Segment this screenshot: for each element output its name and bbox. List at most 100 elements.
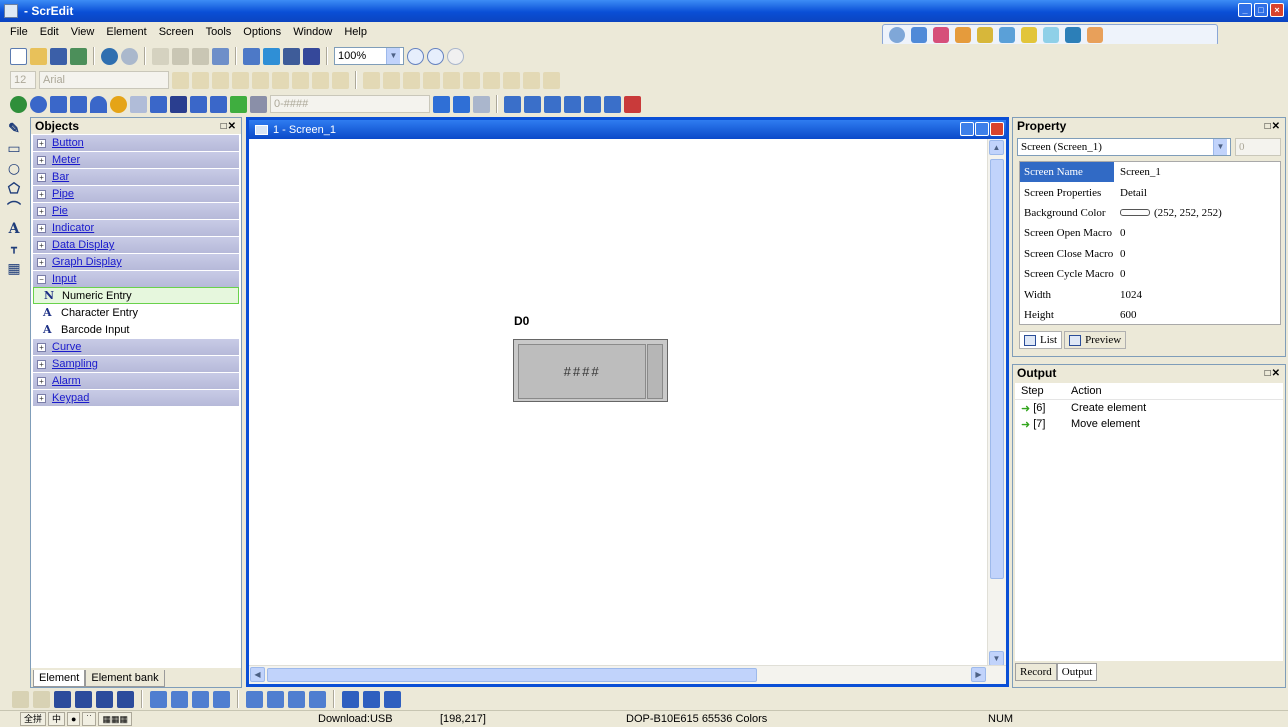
space-icon[interactable] <box>246 690 263 708</box>
align-bottom-icon[interactable] <box>213 690 230 708</box>
menu-screen[interactable]: Screen <box>153 26 200 38</box>
menu-element[interactable]: Element <box>100 26 152 38</box>
prop-row[interactable]: Height 600 <box>1020 305 1280 325</box>
prop-row[interactable]: Background Color (252, 252, 252) <box>1020 203 1280 223</box>
ime-mode[interactable]: 全拼 <box>20 712 47 726</box>
gear-icon[interactable] <box>889 27 905 43</box>
category-indicator[interactable]: + Indicator <box>33 220 239 236</box>
arc-icon[interactable]: ⌒ <box>6 201 22 217</box>
numeric-entry-element[interactable]: #### <box>513 339 668 402</box>
bitmap-icon[interactable] <box>303 47 320 65</box>
line-tool-icon[interactable] <box>363 71 380 89</box>
category-meter[interactable]: + Meter <box>33 152 239 168</box>
graph-display-icon[interactable] <box>150 95 167 113</box>
item-barcode-input[interactable]: A Barcode Input <box>33 321 239 338</box>
screen-icon[interactable] <box>604 95 621 113</box>
fill-icon[interactable] <box>383 71 400 89</box>
panel-close-icon[interactable]: □✕ <box>221 121 241 132</box>
distribute-icon[interactable] <box>483 71 500 89</box>
menu-tools[interactable]: Tools <box>200 26 238 38</box>
ime-keyboard[interactable]: ▦▦▦ <box>98 712 132 726</box>
col-action[interactable]: Action <box>1065 385 1283 397</box>
same-size-icon[interactable] <box>503 71 520 89</box>
vertical-scrollbar[interactable]: ▲ ▼ <box>987 139 1006 667</box>
align-center-icon[interactable] <box>192 71 209 89</box>
state-1-icon[interactable] <box>453 95 470 113</box>
group-icon[interactable] <box>75 690 92 708</box>
meter-element-icon[interactable] <box>30 95 47 113</box>
save-as-icon[interactable] <box>70 47 87 65</box>
group-icon[interactable] <box>54 690 71 708</box>
text-icon[interactable]: A <box>6 221 22 237</box>
ime-lang[interactable]: 中 <box>48 712 66 726</box>
category-button[interactable]: + Button <box>33 135 239 151</box>
align-right-icon[interactable] <box>212 71 229 89</box>
print-icon[interactable] <box>283 47 300 65</box>
category-curve[interactable]: + Curve <box>33 339 239 355</box>
category-sampling[interactable]: + Sampling <box>33 356 239 372</box>
category-pipe[interactable]: + Pipe <box>33 186 239 202</box>
download-icon[interactable] <box>263 47 280 65</box>
object-selector[interactable]: Screen (Screen_1) ▼ <box>1017 138 1231 156</box>
check-icon[interactable] <box>1021 27 1037 43</box>
align-right-icon[interactable] <box>171 690 188 708</box>
category-pie[interactable]: + Pie <box>33 203 239 219</box>
align-icon[interactable] <box>33 690 50 708</box>
zoom-out-icon[interactable] <box>427 47 444 65</box>
bring-front-icon[interactable] <box>504 95 521 113</box>
size-icon[interactable] <box>309 690 326 708</box>
screen-restore-button[interactable] <box>975 122 989 136</box>
menu-options[interactable]: Options <box>237 26 287 38</box>
new-file-icon[interactable] <box>10 47 27 65</box>
screen-canvas[interactable]: D0 #### <box>249 139 987 667</box>
circle-icon[interactable]: ○ <box>6 161 22 177</box>
align-icon[interactable] <box>12 690 29 708</box>
button-element-icon[interactable] <box>10 95 27 113</box>
pencil-icon[interactable]: ✎ <box>6 121 22 137</box>
menu-file[interactable]: File <box>4 26 34 38</box>
table-icon[interactable]: ▦ <box>6 261 22 277</box>
vertical-scroll-thumb[interactable] <box>990 159 1004 579</box>
save-icon[interactable] <box>50 47 67 65</box>
menu-window[interactable]: Window <box>287 26 338 38</box>
output-row[interactable]: ➜ [7] Move element <box>1015 416 1283 432</box>
indicator-element-icon[interactable] <box>110 95 127 113</box>
minimize-button[interactable]: _ <box>1238 3 1252 17</box>
diamond-icon[interactable] <box>1065 27 1081 43</box>
ime-width[interactable]: ● <box>67 712 81 726</box>
item-numeric-entry[interactable]: N Numeric Entry <box>33 287 239 304</box>
font-name-select[interactable]: Arial <box>39 71 169 89</box>
screen-minimize-button[interactable] <box>960 122 974 136</box>
category-keypad[interactable]: + Keypad <box>33 390 239 406</box>
paste-icon[interactable] <box>192 47 209 65</box>
distribute-icon[interactable] <box>463 71 480 89</box>
category-bar[interactable]: + Bar <box>33 169 239 185</box>
prop-row[interactable]: Screen Properties Detail <box>1020 182 1280 202</box>
compile-icon[interactable] <box>243 47 260 65</box>
palette-icon[interactable] <box>955 27 971 43</box>
tab-element[interactable]: Element <box>33 670 86 687</box>
tool-icon[interactable] <box>911 27 927 43</box>
layer-icon[interactable] <box>473 95 490 113</box>
output-row[interactable]: ➜ [6] Create element <box>1015 400 1283 416</box>
align-top-icon[interactable] <box>403 71 420 89</box>
chevron-down-icon[interactable]: ▼ <box>989 651 1004 666</box>
state-0-icon[interactable] <box>433 95 450 113</box>
category-graph-display[interactable]: + Graph Display <box>33 254 239 270</box>
data-display-icon[interactable] <box>130 95 147 113</box>
align-left-icon[interactable] <box>150 690 167 708</box>
polygon-icon[interactable]: ⬠ <box>6 181 22 197</box>
selector-index[interactable]: 0 <box>1235 138 1281 156</box>
prop-row[interactable]: Width 1024 <box>1020 284 1280 304</box>
screen-icon[interactable] <box>564 95 581 113</box>
prop-row[interactable]: Screen Name Screen_1 <box>1020 162 1280 183</box>
prop-row[interactable]: Screen Open Macro 0 <box>1020 223 1280 243</box>
same-size-icon[interactable] <box>523 71 540 89</box>
ime-punct[interactable]: ˙˙ <box>82 712 97 726</box>
screen-close-button[interactable] <box>990 122 1004 136</box>
delete-screen-icon[interactable] <box>624 95 641 113</box>
chevron-right-icon[interactable]: ▶ <box>971 667 986 682</box>
category-alarm[interactable]: + Alarm <box>33 373 239 389</box>
pipe-element-icon[interactable] <box>70 95 87 113</box>
space-icon[interactable] <box>267 690 284 708</box>
